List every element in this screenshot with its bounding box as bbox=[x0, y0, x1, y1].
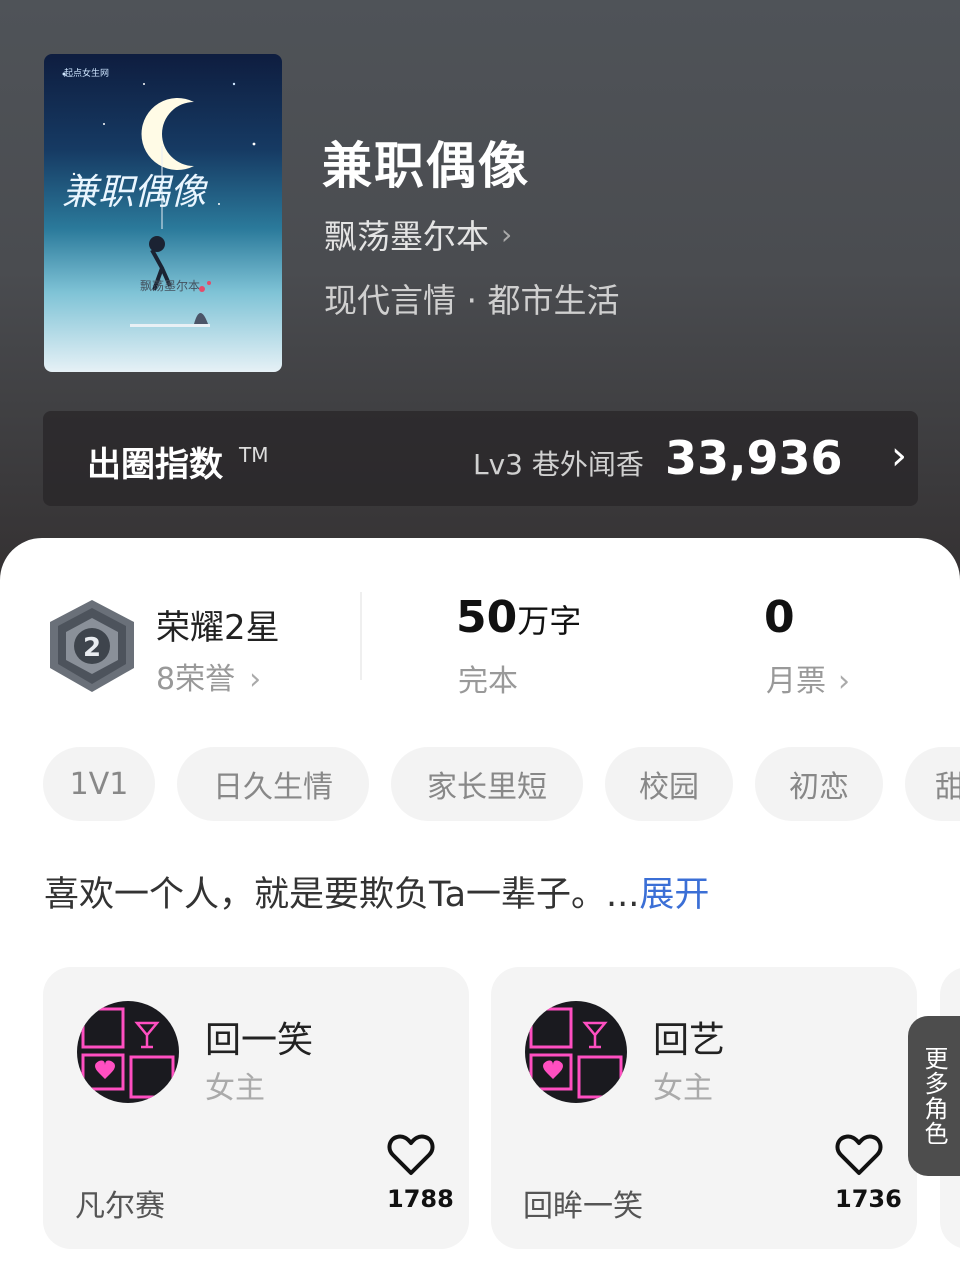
word-count-unit: 万字 bbox=[517, 602, 582, 640]
tag-chip[interactable]: 甜 bbox=[905, 747, 960, 821]
monthly-ticket-label: 月票 bbox=[766, 664, 826, 699]
role-type: 女主 bbox=[653, 1071, 713, 1106]
honor-title[interactable]: 荣耀2星 bbox=[156, 600, 280, 649]
monthly-ticket-link[interactable]: 月票 › bbox=[766, 656, 850, 700]
honor-count[interactable]: 8荣誉 › bbox=[156, 654, 261, 698]
book-title: 兼职偶像 bbox=[322, 136, 530, 195]
like-count: 1788 bbox=[387, 1185, 454, 1213]
tag-chip[interactable]: 初恋 bbox=[755, 747, 883, 821]
author-link[interactable]: 飘荡墨尔本 › bbox=[324, 210, 512, 258]
honor-count-text: 8荣誉 bbox=[156, 662, 236, 697]
circle-index-level: Lv3 巷外闻香 bbox=[473, 448, 644, 481]
role-type: 女主 bbox=[205, 1071, 265, 1106]
cover-author-text: 飘荡墨尔本 bbox=[140, 278, 200, 293]
cover-title-text: 兼职偶像 bbox=[62, 172, 208, 213]
tag-chip[interactable]: 家长里短 bbox=[391, 747, 583, 821]
word-count-number: 50 bbox=[456, 592, 518, 643]
circle-index-bar[interactable]: 出圈指数 TM Lv3 巷外闻香 33,936 › bbox=[43, 411, 918, 506]
heart-outline-icon[interactable] bbox=[835, 1133, 883, 1177]
author-name: 飘荡墨尔本 bbox=[324, 217, 489, 256]
book-header: 起点女生网 兼职偶像 飘荡墨尔本 兼职偶像 飘荡墨尔本 › 现代言情 · 都市生… bbox=[0, 0, 960, 600]
heart-outline-icon[interactable] bbox=[387, 1133, 435, 1177]
role-avatar bbox=[525, 1001, 627, 1103]
badge-number: 2 bbox=[83, 633, 101, 663]
circle-index-score: 33,936 bbox=[665, 431, 843, 485]
chevron-right-icon: › bbox=[501, 217, 513, 251]
chevron-right-icon: › bbox=[249, 662, 262, 697]
cover-artwork: 起点女生网 兼职偶像 飘荡墨尔本 bbox=[62, 67, 256, 327]
role-card[interactable]: 回艺 女主 回眸一笑 1736 bbox=[491, 967, 917, 1249]
chevron-right-icon: › bbox=[838, 664, 850, 699]
expand-link[interactable]: 展开 bbox=[639, 875, 709, 915]
tag-chip[interactable]: 校园 bbox=[605, 747, 733, 821]
role-avatar bbox=[77, 1001, 179, 1103]
book-cover[interactable]: 起点女生网 兼职偶像 飘荡墨尔本 bbox=[44, 54, 282, 372]
role-description: 回眸一笑 bbox=[523, 1189, 643, 1224]
circle-index-label: 出圈指数 bbox=[87, 445, 223, 485]
role-card[interactable]: 回一笑 女主 凡尔赛 1788 bbox=[43, 967, 469, 1249]
book-genre: 现代言情 · 都市生活 bbox=[324, 281, 620, 320]
chevron-right-icon: › bbox=[891, 433, 907, 479]
book-intro: 喜欢一个人，就是要欺负Ta一辈子。...展开 bbox=[44, 866, 709, 917]
tag-chip[interactable]: 日久生情 bbox=[177, 747, 369, 821]
role-description: 凡尔赛 bbox=[75, 1189, 165, 1224]
trademark-mark: TM bbox=[239, 443, 269, 467]
tag-chip[interactable]: 1V1 bbox=[43, 747, 155, 821]
like-count: 1736 bbox=[835, 1185, 902, 1213]
word-count: 50万字 bbox=[456, 592, 581, 643]
stats-divider bbox=[360, 592, 362, 680]
role-name: 回艺 bbox=[653, 1020, 726, 1061]
tag-list: 1V1 日久生情 家长里短 校园 初恋 甜 bbox=[43, 747, 960, 821]
monthly-ticket-count: 0 bbox=[764, 592, 795, 643]
completion-status: 完本 bbox=[458, 664, 518, 699]
intro-text: 喜欢一个人，就是要欺负Ta一辈子。... bbox=[44, 875, 640, 915]
honor-star-badge-icon[interactable]: 2 bbox=[46, 598, 138, 698]
svg-text:起点女生网: 起点女生网 bbox=[64, 67, 109, 79]
role-name: 回一笑 bbox=[205, 1020, 314, 1061]
more-roles-button[interactable]: 更多角色 bbox=[908, 1016, 960, 1176]
